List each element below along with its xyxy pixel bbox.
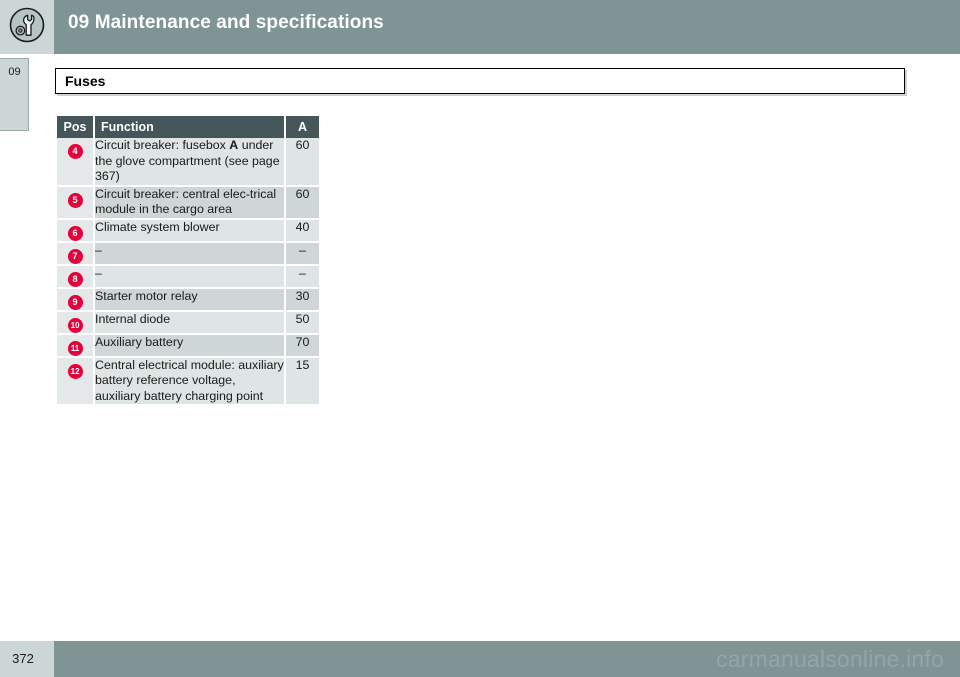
cell-amperage: 30 (286, 288, 319, 312)
column-header-pos: Pos (57, 116, 95, 138)
function-text: Circuit breaker: central elec-trical mod… (95, 186, 277, 217)
page-footer: 372 carmanualsonline.info (0, 641, 960, 677)
cell-amperage: 15 (286, 357, 319, 406)
function-text: Central electrical module: auxiliary bat… (95, 357, 284, 403)
table-row: 5 Circuit breaker: central elec-trical mo… (57, 186, 319, 220)
table-row: 9 Starter motor relay 30 (57, 288, 319, 312)
function-emphasis: A (229, 138, 239, 152)
cell-amperage: – (286, 242, 319, 266)
cell-position: 11 (57, 334, 95, 358)
cell-function: Auxiliary battery (95, 334, 286, 358)
function-text: – (95, 242, 102, 257)
cell-function: Starter motor relay (95, 288, 286, 312)
cell-position: 4 (57, 138, 95, 187)
table-row: 4 Circuit breaker: fusebox A under the gl… (57, 138, 319, 187)
cell-position: 10 (57, 311, 95, 335)
table-header: Pos Function A (57, 116, 319, 138)
cell-amperage: 60 (286, 138, 319, 187)
cell-amperage: 60 (286, 186, 319, 220)
cell-function: Internal diode (95, 311, 286, 335)
table-body: 4 Circuit breaker: fusebox A under the gl… (57, 138, 319, 406)
function-text: Internal diode (95, 311, 171, 326)
table-row: 8– – (57, 265, 319, 289)
position-badge: 6 (67, 225, 83, 241)
section-title-box: Fuses (55, 68, 905, 94)
column-header-function: Function (95, 116, 286, 138)
watermark-text: carmanualsonline.info (716, 646, 944, 672)
position-badge: 9 (67, 294, 83, 310)
footer-bar: carmanualsonline.info (54, 641, 960, 677)
function-text: Starter motor relay (95, 288, 198, 303)
function-text: Circuit breaker: fusebox (95, 138, 230, 152)
cell-amperage: 40 (286, 219, 319, 243)
cell-amperage: – (286, 265, 319, 289)
cell-position: 9 (57, 288, 95, 312)
cell-position: 7 (57, 242, 95, 266)
function-text: – (95, 265, 102, 280)
page-number: 372 (12, 651, 34, 666)
position-badge: 10 (67, 317, 83, 333)
position-badge: 11 (67, 340, 83, 356)
table-row: 11 Auxiliary battery 70 (57, 334, 319, 358)
table-row: 6 Climate system blower 40 (57, 219, 319, 243)
table-row: 7– – (57, 242, 319, 266)
page-title: 09 Maintenance and specifications (68, 12, 384, 33)
column-header-pos-label: Pos (63, 120, 87, 134)
position-badge: 12 (67, 363, 83, 379)
cell-function: – (95, 265, 286, 289)
cell-function: Circuit breaker: fusebox A under the glo… (95, 138, 286, 187)
cell-function: Central electrical module: auxiliary bat… (95, 357, 286, 406)
cell-position: 6 (57, 219, 95, 243)
table-row: 10 Internal diode 50 (57, 311, 319, 335)
header-title-bar: 09 Maintenance and specifications (54, 0, 960, 54)
cell-position: 5 (57, 186, 95, 220)
footer-page-cell: 372 (0, 641, 54, 677)
cell-function: Circuit breaker: central elec-trical mod… (95, 186, 286, 220)
table-header-row: Pos Function A (57, 116, 319, 138)
position-badge: 7 (67, 248, 83, 264)
table-row: 12 Central electrical module: auxiliary b… (57, 357, 319, 406)
cell-position: 12 (57, 357, 95, 406)
fuse-table: Pos Function A 4 Circuit breaker: fusebox… (57, 116, 319, 406)
position-badge: 8 (67, 271, 83, 287)
position-badge: 4 (67, 144, 83, 159)
wrench-gear-icon (9, 7, 45, 48)
column-header-function-label: Function (101, 120, 154, 134)
header-icon-cell (0, 0, 54, 54)
position-badge: 5 (67, 192, 83, 208)
cell-function: – (95, 242, 286, 266)
cell-position: 8 (57, 265, 95, 289)
function-text: Climate system blower (95, 219, 220, 234)
page-header: 09 Maintenance and specifications (0, 0, 960, 54)
section-title: Fuses (65, 73, 106, 89)
chapter-tab[interactable]: 09 (0, 58, 29, 131)
cell-amperage: 70 (286, 334, 319, 358)
column-header-amp: A (286, 116, 319, 138)
column-header-amp-label: A (297, 120, 308, 134)
chapter-tab-label: 09 (8, 66, 21, 78)
cell-function: Climate system blower (95, 219, 286, 243)
cell-amperage: 50 (286, 311, 319, 335)
function-text: Auxiliary battery (95, 334, 184, 349)
